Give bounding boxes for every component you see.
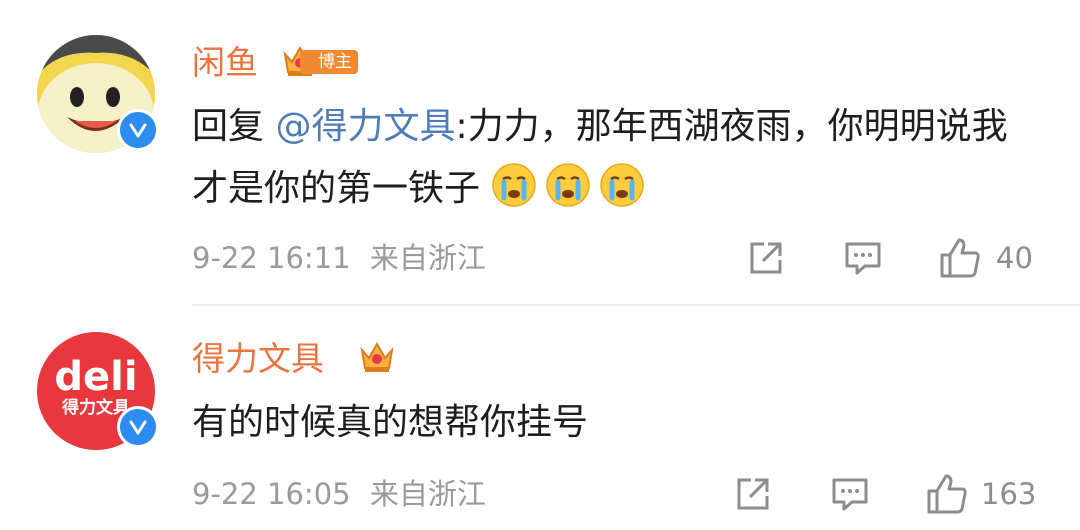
comment-meta: 9-22 16:05 来自浙江	[192, 480, 486, 509]
share-button[interactable]	[746, 238, 786, 278]
like-count: 40	[996, 241, 1033, 275]
comment-text: 有的时候真的想帮你挂号	[192, 402, 589, 443]
share-button[interactable]	[733, 474, 773, 514]
reply-button[interactable]	[830, 474, 870, 514]
blogger-tag: 博主	[300, 50, 358, 74]
comment-item: deli 得力文具 得力文具 有的时候真的想帮你挂号 9-22 16:05 来自…	[0, 306, 1080, 530]
verified-icon	[117, 406, 159, 448]
avatar[interactable]	[37, 35, 159, 153]
comment-item: 闲鱼 博主 回复 @得力文具:力力，那年西湖夜雨，你明明说我才是你的第一铁子 9…	[0, 0, 1080, 304]
crown-icon	[358, 340, 396, 374]
avatar[interactable]: deli 得力文具	[37, 332, 159, 450]
like-count: 163	[981, 477, 1037, 511]
mention-link[interactable]: @得力文具	[275, 106, 455, 147]
like-button[interactable]: 40	[938, 236, 1033, 280]
author-name[interactable]: 闲鱼	[192, 46, 258, 79]
share-icon	[750, 242, 782, 274]
reply-button[interactable]	[843, 238, 883, 278]
comment-time: 9-22 16:05	[192, 477, 351, 511]
like-button[interactable]: 163	[925, 472, 1036, 516]
crying-emoji-icon	[600, 163, 645, 207]
comment-icon	[832, 478, 868, 511]
comment-time: 9-22 16:11	[192, 241, 351, 275]
crying-emoji-icon	[546, 163, 591, 207]
crying-emoji-icon	[492, 163, 537, 207]
comment-location: 来自浙江	[369, 477, 486, 511]
comment-meta: 9-22 16:11 来自浙江	[192, 244, 486, 273]
author-name[interactable]: 得力文具	[192, 342, 324, 375]
verified-icon	[117, 109, 159, 151]
comment-location: 来自浙江	[369, 241, 486, 275]
reply-prefix: 回复	[192, 106, 276, 147]
share-icon	[737, 478, 769, 510]
deli-logo: deli	[54, 354, 138, 400]
comment-icon	[845, 242, 881, 275]
thumbs-up-icon	[940, 238, 980, 278]
comment-text: 回复 @得力文具:力力，那年西湖夜雨，你明明说我才是你的第一铁子	[192, 96, 1022, 220]
thumbs-up-icon	[927, 474, 967, 514]
